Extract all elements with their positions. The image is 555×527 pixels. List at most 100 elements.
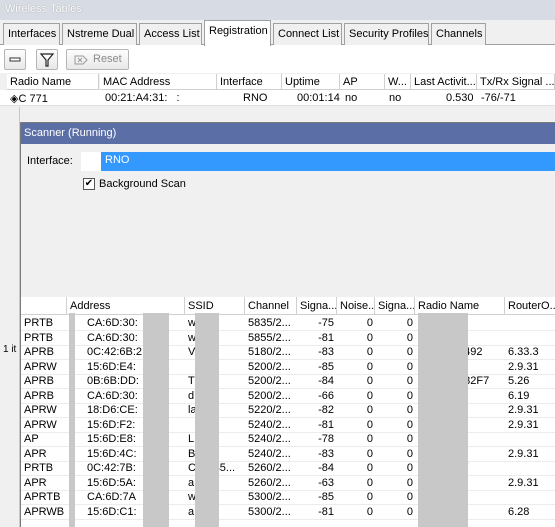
tab-interfaces[interactable]: Interfaces [3, 23, 60, 45]
window-title-bar: Wireless Tables [0, 0, 555, 20]
table-row[interactable]: APR 15:6D:5A: a 5260/2... -63 0 0 2.9.31 [21, 476, 555, 491]
reg-col-uptime[interactable]: Uptime [282, 74, 340, 90]
redaction-mask [418, 313, 468, 527]
scan-channel: 5260/2... [248, 462, 291, 474]
tab-access-list[interactable]: Access List [139, 23, 202, 45]
scan-flags: APRW [24, 360, 57, 373]
scan-col-snr[interactable]: Signa... [375, 297, 415, 315]
scan-flags: APRW [24, 404, 57, 416]
scan-snr: 0 [406, 375, 413, 387]
scan-channel: 5180/2... [248, 346, 291, 358]
filter-button[interactable] [36, 49, 58, 70]
scan-snr: 0 [406, 505, 413, 518]
scan-signal: -66 [318, 389, 334, 402]
scan-flags: AP [24, 433, 39, 445]
scan-snr: 0 [406, 476, 413, 489]
remove-button[interactable] [4, 49, 26, 70]
scan-channel: 5240/2... [248, 433, 291, 445]
scan-channel: 5220/2... [248, 404, 291, 416]
table-row[interactable]: APRW 15:6D:E4: 5200/2... -85 0 0 2.9.31 [21, 360, 555, 375]
scan-channel: 5240/2... [248, 447, 291, 460]
tab-nstreme-dual[interactable]: Nstreme Dual [62, 23, 137, 45]
table-row[interactable]: APRW 18:D6:CE: la 5220/2... -82 0 0 2.9.31 [21, 403, 555, 418]
scan-channel: 5300/2... [248, 505, 291, 518]
scan-noise: 0 [366, 433, 373, 445]
scan-col-signal[interactable]: Signa... [297, 297, 337, 315]
scanner-title: Scanner (Running) [24, 127, 117, 139]
reg-col-last-activity[interactable]: Last Activit... [411, 74, 477, 90]
scan-flags: PRTB [24, 317, 54, 329]
table-row[interactable]: APRW 15:6D:F2: 5240/2... -81 0 0 2.9.31 [21, 418, 555, 433]
scan-channel: 5200/2... [248, 375, 291, 387]
scan-flags: APRTB [24, 491, 61, 503]
tab-channels[interactable]: Channels [431, 23, 486, 45]
scan-channel: 5240/2... [248, 418, 291, 431]
table-row[interactable]: PRTB0C:42:7B:C AS5...5260/2...-8400IV [21, 461, 555, 476]
scan-noise: 0 [366, 375, 373, 387]
scan-routeros: 6.19 [508, 389, 530, 402]
scan-flags: APRB [24, 389, 54, 402]
reg-col-w[interactable]: W... [385, 74, 411, 90]
reset-button[interactable]: Reset [66, 49, 129, 70]
reg-col-ap[interactable]: AP [340, 74, 385, 90]
reg-uptime: 00:01:14 [297, 92, 340, 104]
scan-channel: 5855/2... [248, 331, 291, 344]
scan-snr: 0 [406, 447, 413, 460]
scan-signal: -83 [318, 346, 334, 358]
table-row[interactable]: APR15:6D:4C:B 35240/2...-83002.9.31 [21, 447, 555, 462]
table-row[interactable]: APRB CA:6D:30: d 5200/2... -66 0 0 6.19 [21, 389, 555, 404]
scan-snr: 0 [406, 418, 413, 431]
table-row[interactable]: PRTB CA:6D:30: w 5855/2... -81 0 0 [21, 331, 555, 346]
redaction-mask [195, 313, 219, 527]
scan-flags: APR [24, 447, 47, 460]
scan-snr: 0 [406, 404, 413, 416]
reset-icon [74, 55, 88, 65]
scan-snr: 0 [406, 491, 413, 503]
scan-flags: APRW [24, 418, 57, 431]
interface-label: Interface: [27, 155, 73, 167]
tab-security-profiles[interactable]: Security Profiles [344, 23, 429, 45]
table-row[interactable]: APRB 0B:6B:DD: T 5200/2... -84 0 0 132F7 5.26 [21, 374, 555, 389]
redaction-mask [81, 152, 101, 171]
table-row[interactable]: AP15:6D:E8:L 45240/2...-7800 [21, 432, 555, 447]
scan-col-routeros[interactable]: RouterO... [505, 297, 555, 315]
scan-results-table: Address SSID Channel Signa... Noise... S… [21, 297, 555, 527]
scanner-title-bar[interactable]: Scanner (Running) [21, 123, 555, 144]
reg-mac: 00:21:A4:31: : [105, 92, 186, 104]
tab-connect-list[interactable]: Connect List [273, 23, 342, 45]
tab-registration[interactable]: Registration [204, 20, 271, 46]
scan-noise: 0 [366, 418, 373, 431]
left-strip: 1 it [0, 107, 20, 527]
reg-col-radio-name[interactable]: Radio Name [7, 74, 99, 90]
table-row[interactable]: PRTB CA:6D:30: w 5835/2... -75 0 0 [21, 316, 555, 331]
scan-col-channel[interactable]: Channel [245, 297, 297, 315]
interface-select[interactable]: RNO [81, 152, 555, 171]
scan-channel: 5300/2... [248, 491, 291, 503]
scan-signal: -75 [318, 317, 334, 329]
scan-snr: 0 [406, 317, 413, 329]
scan-col-flags[interactable] [21, 297, 67, 315]
minus-icon [9, 57, 21, 62]
scan-snr: 0 [406, 389, 413, 402]
filter-icon [39, 53, 55, 67]
reg-ap: no [345, 92, 358, 104]
table-row[interactable]: APRWB 15:6D:C1: a 5300/2... -81 0 0 6.28 [21, 505, 555, 520]
reg-col-signal[interactable]: Tx/Rx Signal ... [477, 74, 555, 90]
window-title: Wireless Tables [5, 3, 82, 15]
table-row[interactable]: APRTB CA:6D:7A w 5300/2... -85 0 0 [21, 490, 555, 505]
reg-w: no [389, 92, 402, 104]
scan-routeros: 2.9.31 [508, 360, 539, 373]
table-row[interactable]: APRB 0C:42:6B:2 V 5180/2... -83 0 0 2492 6.33.3 [21, 345, 555, 360]
scan-noise: 0 [366, 404, 373, 416]
scan-snr: 0 [406, 346, 413, 358]
reg-col-interface[interactable]: Interface [217, 74, 282, 90]
reg-col-mac-address[interactable]: MAC Address [100, 74, 217, 90]
scan-noise: 0 [366, 491, 373, 503]
scan-noise: 0 [366, 447, 373, 460]
reg-signal: -76/-71 [481, 92, 516, 104]
scan-noise: 0 [366, 462, 373, 474]
table-row[interactable]: ◈C 771 00:21:A4:31: : RNO 00:01:14 no no… [0, 90, 555, 106]
scan-col-noise[interactable]: Noise... [337, 297, 375, 315]
scanner-window: Scanner (Running) Interface: RNO ✔ Backg… [20, 122, 555, 527]
scan-signal: -81 [318, 418, 334, 431]
